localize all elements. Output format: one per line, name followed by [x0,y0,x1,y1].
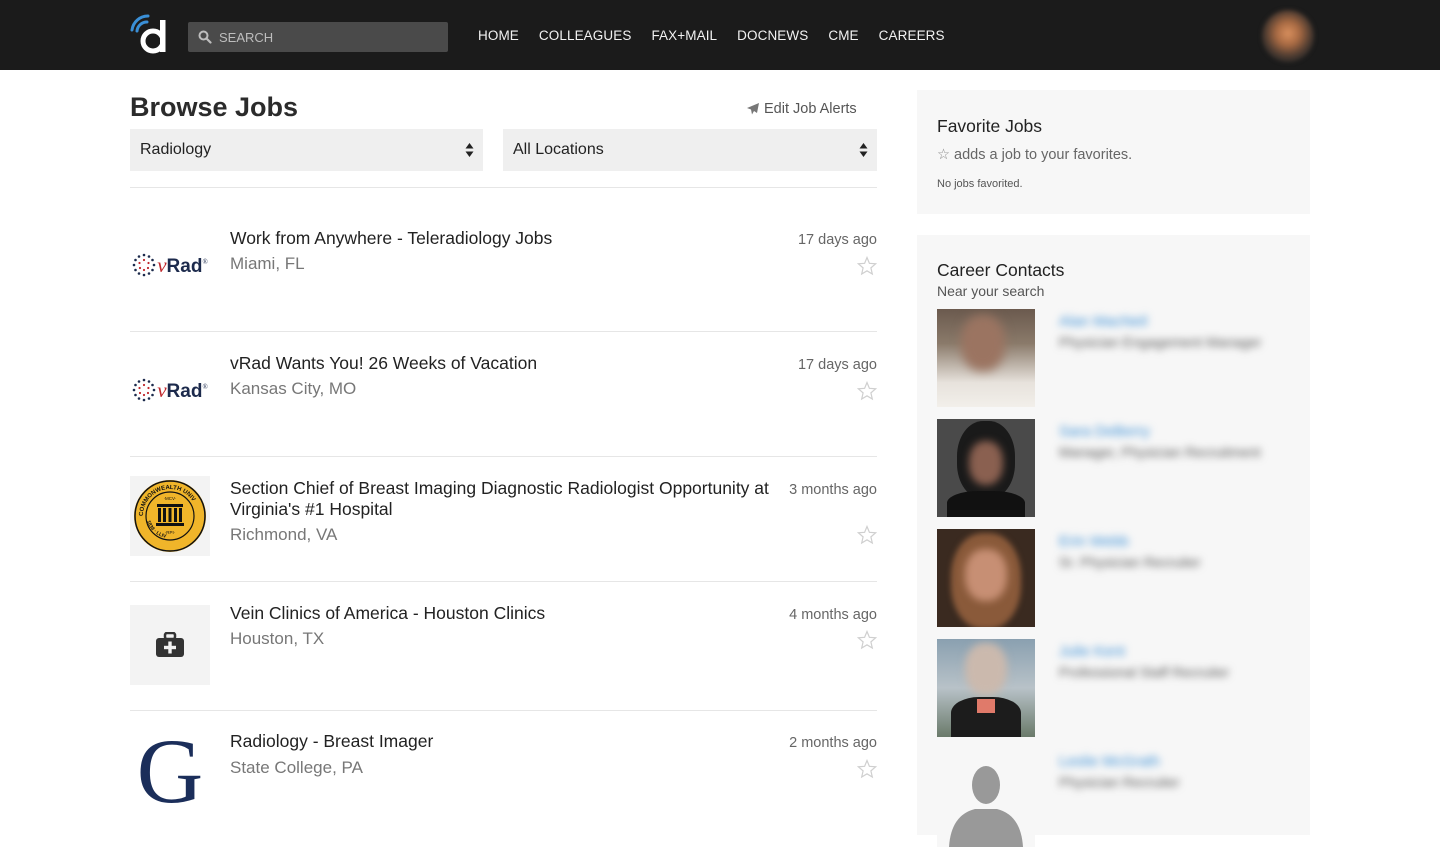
contact-photo[interactable] [937,309,1035,407]
job-logo-placeholder [130,605,210,685]
job-listing[interactable]: Vein Clinics of America - Houston Clinic… [130,582,877,710]
job-title[interactable]: Work from Anywhere - Teleradiology Jobs [230,228,770,249]
search-box[interactable] [188,22,448,52]
contact-card[interactable]: Sara DeBerry Manager, Physician Recruitm… [937,419,1297,517]
favorite-jobs-note: ☆ adds a job to your favorites. [937,147,1133,163]
job-listing[interactable]: COMMONWEALTH UNIV 1838 · LLIV ·MCV· ·RPI… [130,457,877,581]
star-outline-icon: ☆ [937,147,950,163]
select-arrows-icon [465,143,474,157]
contact-name[interactable]: Sara DeBerry [1059,423,1150,440]
job-title[interactable]: Vein Clinics of America - Houston Clinic… [230,603,770,624]
vrad-dots-icon [132,378,156,402]
job-posted-date: 17 days ago [797,232,877,248]
nav-fax-mail[interactable]: FAX+MAIL [651,28,717,43]
svg-text:·MCV·: ·MCV· [164,496,177,501]
favorite-star-icon[interactable] [857,381,877,401]
edit-job-alerts-link[interactable]: Edit Job Alerts [746,101,857,117]
contact-role: Manager, Physician Recruitment [1059,444,1261,460]
location-select-value: All Locations [513,141,604,158]
job-location: Houston, TX [230,629,325,648]
contact-name[interactable]: Alan MacNeil [1059,313,1147,330]
select-arrows-icon [859,143,868,157]
nav-colleagues[interactable]: COLLEAGUES [539,28,632,43]
location-select[interactable]: All Locations [503,129,877,171]
contact-name[interactable]: Leslie McGrath [1059,753,1160,770]
job-location: Miami, FL [230,254,305,273]
job-location: State College, PA [230,758,363,777]
specialty-select-value: Radiology [140,141,212,158]
vrad-logo: vRad® [130,350,210,430]
nav-docnews[interactable]: DOCNEWS [737,28,808,43]
job-title[interactable]: Radiology - Breast Imager [230,731,770,752]
job-posted-date: 3 months ago [789,482,877,498]
job-posted-date: 4 months ago [789,607,877,623]
career-contacts-subtitle: Near your search [937,283,1045,299]
contact-photo[interactable] [937,639,1035,737]
favorite-jobs-panel: Favorite Jobs ☆ adds a job to your favor… [917,90,1310,214]
contact-role: Physician Recruiter [1059,774,1180,790]
contact-photo[interactable] [937,529,1035,627]
career-contacts-title: Career Contacts [937,260,1065,280]
nav-careers[interactable]: CAREERS [879,28,945,43]
vcu-seal-logo: COMMONWEALTH UNIV 1838 · LLIV ·MCV· ·RPI… [130,476,210,556]
contact-name[interactable]: Julie Kent [1059,643,1125,660]
doximity-logo[interactable] [128,14,172,56]
job-posted-date: 2 months ago [789,735,877,751]
user-avatar[interactable] [1262,10,1314,62]
vrad-wordmark: vRad® [157,377,208,402]
contact-role: Professional Staff Recruiter [1059,664,1230,680]
medical-bag-icon [156,632,184,657]
search-input[interactable] [219,29,439,45]
nav-home[interactable]: HOME [478,28,519,43]
favorite-star-icon[interactable] [857,525,877,545]
contact-name[interactable]: Erin Webb [1059,533,1129,550]
g-logo: G [130,720,210,822]
favorite-star-icon[interactable] [857,630,877,650]
favorite-star-icon[interactable] [857,759,877,779]
page-title: Browse Jobs [130,92,299,122]
job-listing[interactable]: vRad® vRad Wants You! 26 Weeks of Vacati… [130,332,877,456]
default-avatar-icon [949,766,1023,847]
job-title[interactable]: vRad Wants You! 26 Weeks of Vacation [230,353,770,374]
contact-photo[interactable] [937,749,1035,847]
career-contacts-panel: Career Contacts Near your search Alan Ma… [917,235,1310,847]
search-icon [198,30,212,44]
contact-card[interactable]: Alan MacNeil Physician Engagement Manage… [937,309,1297,407]
no-favorites-text: No jobs favorited. [937,178,1023,190]
vcu-seal-icon: COMMONWEALTH UNIV 1838 · LLIV ·MCV· ·RPI… [134,480,206,552]
paper-plane-icon [747,103,759,115]
vrad-dots-icon [132,253,156,277]
job-location: Richmond, VA [230,525,338,544]
job-listing[interactable]: G Radiology - Breast Imager State Colleg… [130,711,877,828]
job-title[interactable]: Section Chief of Breast Imaging Diagnost… [230,478,770,520]
vrad-wordmark: vRad® [157,252,208,277]
contact-card[interactable]: Leslie McGrath Physician Recruiter [937,749,1297,847]
favorite-star-icon[interactable] [857,256,877,276]
contact-card[interactable]: Julie Kent Professional Staff Recruiter [937,639,1297,737]
main-nav: HOME COLLEAGUES FAX+MAIL DOCNEWS CME CAR… [478,0,965,70]
job-location: Kansas City, MO [230,379,357,398]
job-listing[interactable]: vRad® Work from Anywhere - Teleradiology… [130,188,877,331]
svg-text:·RPI·: ·RPI· [165,530,176,535]
contact-role: Physician Engagement Manager [1059,334,1262,350]
g-logo-letter: G [136,720,204,822]
specialty-select[interactable]: Radiology [130,129,483,171]
vrad-logo: vRad® [130,225,210,305]
favorite-jobs-title: Favorite Jobs [937,116,1043,136]
contact-photo[interactable] [937,419,1035,517]
nav-cme[interactable]: CME [828,28,858,43]
top-navigation-bar: HOME COLLEAGUES FAX+MAIL DOCNEWS CME CAR… [0,0,1440,70]
contact-card[interactable]: Erin Webb Sr. Physician Recruiter [937,529,1297,627]
contact-role: Sr. Physician Recruiter [1059,554,1201,570]
job-posted-date: 17 days ago [797,357,877,373]
edit-job-alerts-label: Edit Job Alerts [764,101,857,117]
